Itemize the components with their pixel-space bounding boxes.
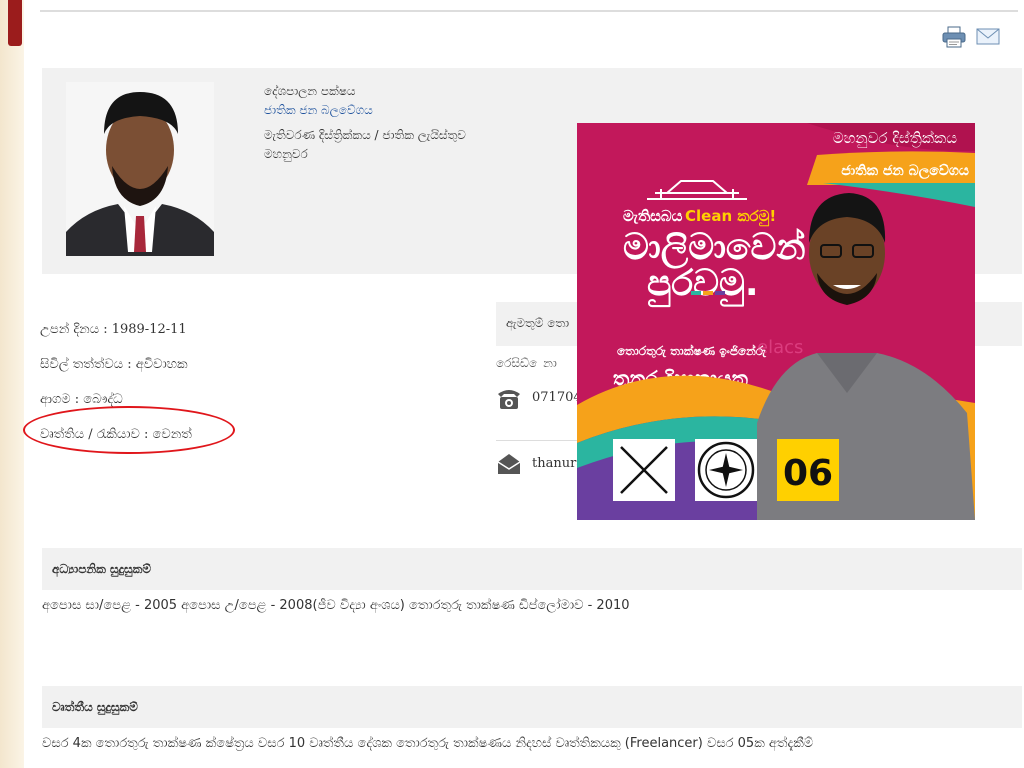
page: දේශපාලන පක්ෂය ජාතික ජන බලවේගය මැතිවරණ දි… bbox=[0, 0, 1024, 768]
page-tools bbox=[942, 26, 1000, 48]
campaign-poster: මහනුවර දිස්ත්‍රික්කය ජාතික ජන බලවේගය මැත… bbox=[577, 123, 975, 520]
telephone-icon bbox=[498, 390, 520, 409]
email-icon bbox=[497, 454, 521, 474]
left-edge-decoration bbox=[0, 0, 24, 768]
education-text: අපොස සා/පෙළ - 2005 අපොස උ/පෙළ - 2008(ජීව… bbox=[42, 598, 630, 613]
envelope-icon[interactable] bbox=[976, 26, 1000, 48]
poster-role: තොරතුරු තාක්ෂණ ඉංජිනේරු bbox=[617, 344, 767, 359]
ribbon-bookmark bbox=[8, 0, 22, 46]
highlight-circle bbox=[23, 406, 235, 454]
poster-slogan-top: මැතිසබය bbox=[623, 207, 683, 225]
district-name: මහනුවර bbox=[264, 147, 308, 161]
poster-main-line2: පුරවමු. bbox=[647, 263, 759, 308]
poster-party: ජාතික ජන බලවේගය bbox=[841, 162, 969, 180]
party-label: දේශපාලන පක්ෂය bbox=[264, 84, 356, 98]
dob-text: උපන් දිනය : 1989-12-11 bbox=[40, 322, 187, 337]
main-content: දේශපාලන පක්ෂය ජාතික ජන බලවේගය මැතිවරණ දි… bbox=[23, 0, 1024, 768]
poster-number: 06 bbox=[783, 453, 833, 494]
poster-district: මහනුවර දිස්ත්‍රික්කය bbox=[833, 129, 957, 148]
printer-icon[interactable] bbox=[942, 26, 966, 48]
poster-watermark: elacs bbox=[757, 337, 803, 358]
district-label: මැතිවරණ දිස්ත්‍රික්කය / ජාතික ලැයිස්තුව bbox=[264, 128, 466, 142]
civil-status-text: සිවිල් තත්ත්වය : අවිවාහක bbox=[40, 357, 188, 372]
education-header: අධ්‍යාපනික සුදුසුකම් bbox=[42, 548, 1022, 590]
profession-header: වෘත්තීය සුදුසුකම් bbox=[42, 686, 1022, 728]
profession-text: වසර 4ක තොරතුරු තාක්ෂණ ක්ෂේත්‍රය වසර 10 ව… bbox=[42, 736, 814, 751]
top-divider bbox=[40, 10, 1018, 12]
phone-number[interactable]: 071704 bbox=[532, 390, 582, 405]
residence-label: රෙසිඩ් ෙනා bbox=[496, 356, 557, 370]
poster-slogan-clean: Clean කරමු! bbox=[685, 207, 776, 227]
compass-symbol-icon bbox=[697, 441, 755, 499]
party-link[interactable]: ජාතික ජන බලවේගය bbox=[264, 101, 466, 120]
party-info: දේශපාලන පක්ෂය ජාතික ජන බලවේගය මැතිවරණ දි… bbox=[264, 82, 466, 164]
candidate-photo bbox=[66, 82, 214, 256]
